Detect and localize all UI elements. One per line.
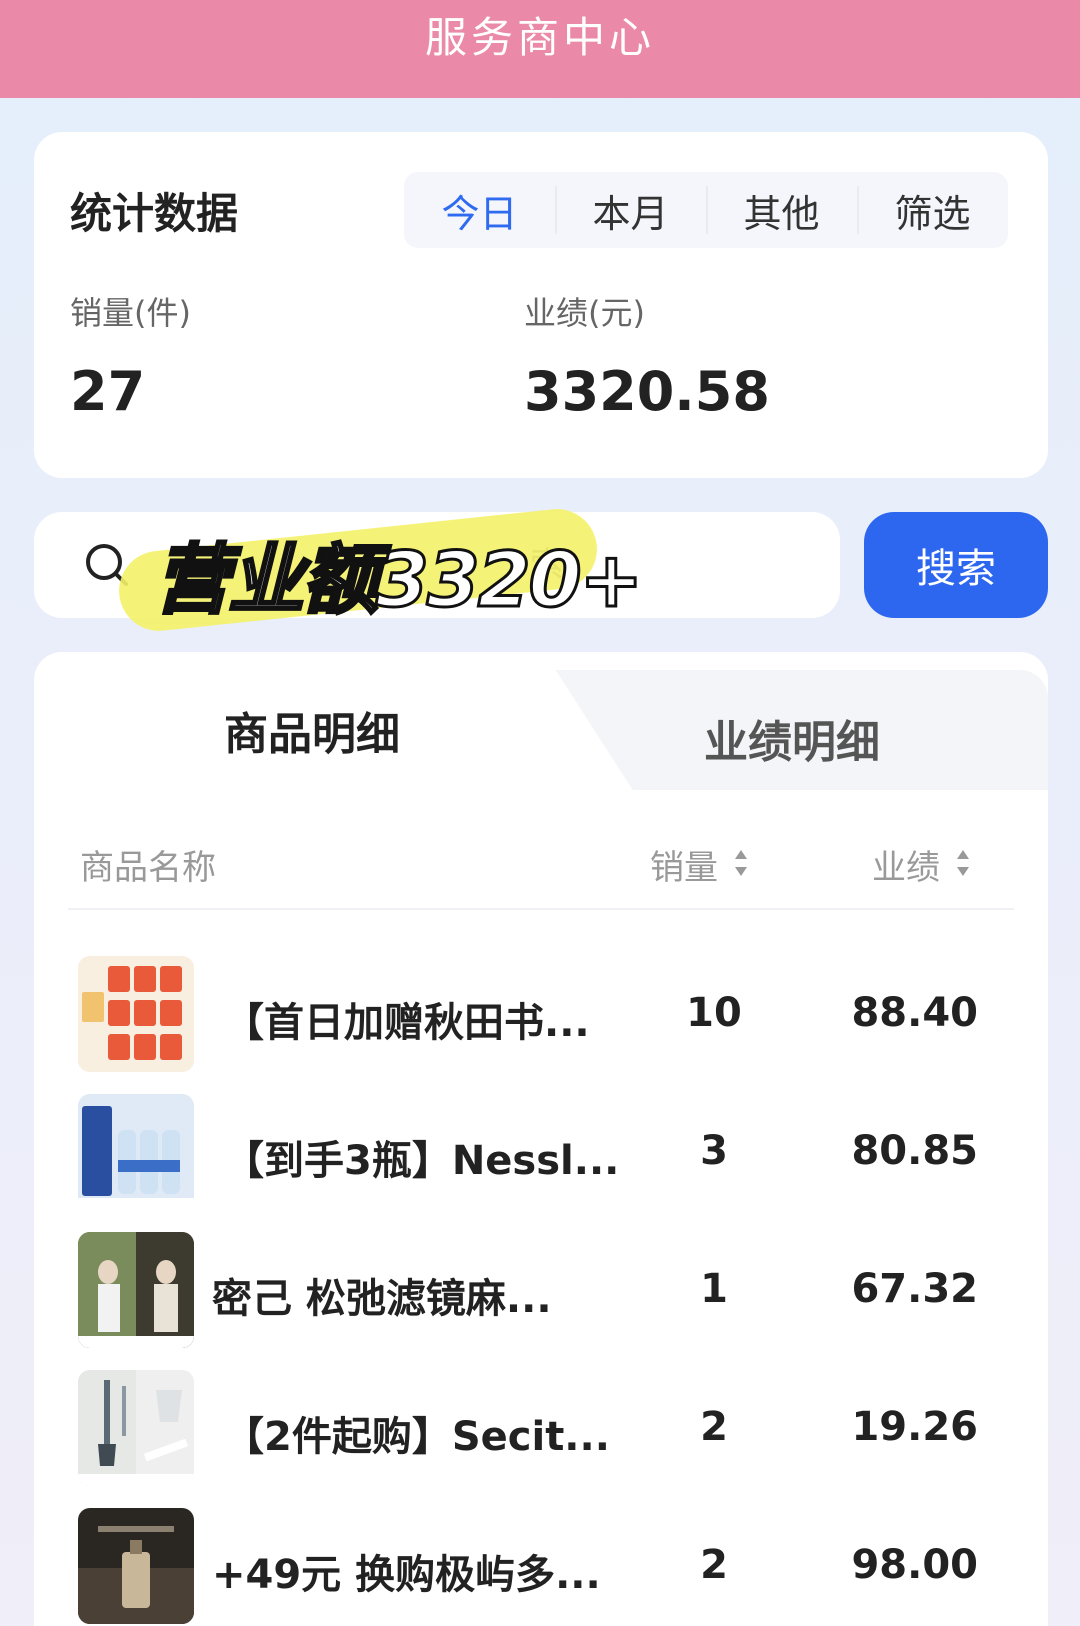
table-row[interactable]: 密己 松弛滤镜麻... 1 67.32 [34,1232,1048,1352]
product-amount: 88.40 [851,990,978,1036]
table-row[interactable]: 【2件起购】Secit... 2 19.26 [34,1370,1048,1490]
column-header-name: 商品名称 [80,848,216,888]
sales-value: 27 [70,360,146,423]
product-thumbnail [78,956,194,1072]
sort-amount-icon[interactable] [956,846,970,880]
top-bar: 服务商中心 [0,0,1080,98]
page-title: 服务商中心 [424,12,655,62]
overlay-caption: 营业额3320+ [152,534,644,626]
tab-product-detail[interactable]: 商品明细 [224,698,400,762]
header-divider [68,908,1014,910]
product-qty: 10 [686,990,742,1036]
product-name: +49元 换购极屿多... [212,1552,601,1598]
tab-performance-detail[interactable]: 业绩明细 [704,706,880,770]
product-qty: 1 [700,1266,728,1312]
product-name: 密己 松弛滤镜麻... [212,1276,552,1322]
tab-other[interactable]: 其他 [706,172,857,248]
tab-this-month[interactable]: 本月 [555,172,706,248]
table-row[interactable]: 【首日加赠秋田书... 10 88.40 [34,956,1048,1076]
tab-filter[interactable]: 筛选 [857,172,1008,248]
tab-today[interactable]: 今日 [404,172,555,248]
detail-card: 商品明细 业绩明细 商品名称 销量 业绩 【首日加赠秋田书... 10 88.4… [34,652,1048,1626]
product-thumbnail [78,1232,194,1348]
search-button[interactable]: 搜索 [864,512,1048,618]
product-amount: 19.26 [851,1404,978,1450]
product-name: 【首日加赠秋田书... [224,1000,590,1046]
column-header-qty[interactable]: 销量 [650,840,718,889]
sort-qty-icon[interactable] [734,846,748,880]
column-header-amount[interactable]: 业绩 [872,840,940,889]
product-amount: 98.00 [851,1542,978,1588]
product-name: 【2件起购】Secit... [224,1414,610,1460]
product-qty: 2 [700,1542,728,1588]
sales-label: 销量(件) [70,294,191,332]
revenue-value: 3320.58 [524,360,770,423]
revenue-label: 业绩(元) [524,294,645,332]
product-thumbnail [78,1370,194,1486]
period-tabs: 今日 本月 其他 筛选 [404,172,1008,248]
product-amount: 80.85 [851,1128,978,1174]
product-thumbnail [78,1094,194,1210]
product-thumbnail [78,1508,194,1624]
product-qty: 2 [700,1404,728,1450]
product-amount: 67.32 [851,1266,978,1312]
product-name: 【到手3瓶】Nessl... [224,1138,620,1184]
table-row[interactable]: +49元 换购极屿多... 2 98.00 [34,1508,1048,1626]
stats-heading: 统计数据 [70,189,239,238]
table-row[interactable]: 【到手3瓶】Nessl... 3 80.85 [34,1094,1048,1214]
stats-card: 统计数据 今日 本月 其他 筛选 销量(件) 27 业绩(元) 3320.58 [34,132,1048,478]
product-qty: 3 [700,1128,728,1174]
